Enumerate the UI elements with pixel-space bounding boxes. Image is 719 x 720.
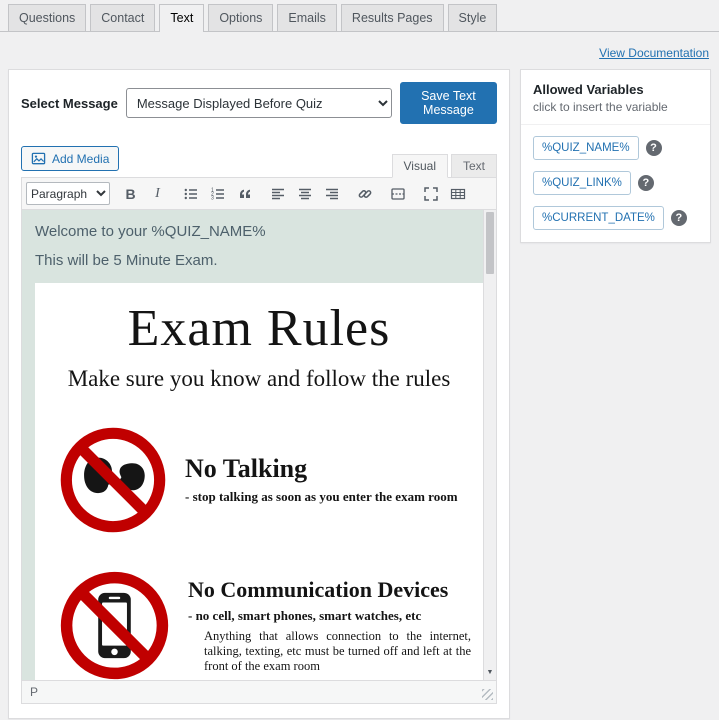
fullscreen-icon[interactable] <box>417 182 444 205</box>
exam-rules-image[interactable]: Exam Rules Make sure you know and follow… <box>35 282 483 681</box>
scrollbar-thumb[interactable] <box>486 212 494 274</box>
poster-title: Exam Rules <box>127 299 391 357</box>
add-media-label: Add Media <box>52 151 110 166</box>
editor-content-area[interactable]: Welcome to your %QUIZ_NAME% This will be… <box>22 210 496 680</box>
editor-tab-text[interactable]: Text <box>450 154 497 178</box>
select-message-label: Select Message <box>21 95 118 111</box>
text-message-panel: Select Message Message Displayed Before … <box>8 69 510 719</box>
editor-status-bar: P <box>22 680 496 703</box>
italic-icon[interactable]: I <box>144 182 171 205</box>
variable-row: %QUIZ_NAME% ? <box>533 136 698 160</box>
editor-paragraph: This will be 5 Minute Exam. <box>35 251 218 269</box>
editor-element-path: P <box>30 685 39 699</box>
scroll-down-arrow-icon[interactable]: ▼ <box>484 666 496 679</box>
variable-current-date-button[interactable]: %CURRENT_DATE% <box>533 206 664 230</box>
align-right-icon[interactable] <box>318 182 345 205</box>
no-talking-icon <box>60 427 166 532</box>
rule-no-communication-devices: No Communication Devices - no cell, smar… <box>47 568 471 681</box>
add-media-icon <box>31 152 46 165</box>
blockquote-icon[interactable] <box>231 182 258 205</box>
toolbar-toggle-icon[interactable] <box>444 182 471 205</box>
editor-resize-handle[interactable] <box>482 689 493 700</box>
link-icon[interactable] <box>351 182 378 205</box>
tab-contact[interactable]: Contact <box>90 4 156 31</box>
editor-tab-visual[interactable]: Visual <box>391 154 448 178</box>
save-text-message-button[interactable]: Save Text Message <box>399 82 497 124</box>
variable-row: %QUIZ_LINK% ? <box>533 171 698 195</box>
tab-questions[interactable]: Questions <box>8 4 87 31</box>
bold-icon[interactable]: B <box>117 182 144 205</box>
editor-paragraph: Welcome to your %QUIZ_NAME% <box>35 223 266 240</box>
tab-emails[interactable]: Emails <box>277 4 337 31</box>
tab-style[interactable]: Style <box>447 4 498 31</box>
poster-subtitle: Make sure you know and follow the rules <box>67 365 451 391</box>
editor-toolbar: Paragraph B I 123 <box>22 178 496 210</box>
numbered-list-icon[interactable]: 123 <box>204 182 231 205</box>
editor-mode-tabs: Visual Text <box>389 153 497 178</box>
variable-quiz-name-button[interactable]: %QUIZ_NAME% <box>533 136 639 160</box>
allowed-variables-subtitle: click to insert the variable <box>521 100 710 125</box>
allowed-variables-title: Allowed Variables <box>533 82 644 97</box>
help-icon[interactable]: ? <box>670 210 687 226</box>
tab-text[interactable]: Text <box>159 4 205 32</box>
page-layout: Select Message Message Displayed Before … <box>0 69 719 719</box>
rule-text: No Talking - stop talking as soon as you… <box>185 454 458 505</box>
nav-tab-bar: Questions Contact Text Options Emails Re… <box>0 0 719 32</box>
rule-no-talking: No Talking - stop talking as soon as you… <box>47 424 471 536</box>
select-message-row: Select Message Message Displayed Before … <box>21 82 497 124</box>
rule-subheading: - no cell, smart phones, smart watches, … <box>188 607 422 623</box>
rule-subheading: - stop talking as soon as you enter the … <box>185 489 458 504</box>
align-left-icon[interactable] <box>264 182 291 205</box>
add-media-button[interactable]: Add Media <box>21 146 120 171</box>
documentation-row: View Documentation <box>0 32 719 69</box>
rule-heading: No Talking <box>185 454 308 483</box>
rule-detail: Anything that allows connection to the i… <box>204 628 471 673</box>
align-center-icon[interactable] <box>291 182 318 205</box>
paragraph-format-select[interactable]: Paragraph <box>26 182 110 205</box>
editor-scrollbar[interactable]: ▼ <box>483 210 496 680</box>
variable-row: %CURRENT_DATE% ? <box>533 206 698 230</box>
editor-document: Welcome to your %QUIZ_NAME% This will be… <box>22 210 483 680</box>
tab-results-pages[interactable]: Results Pages <box>340 4 444 31</box>
svg-text:3: 3 <box>211 195 214 201</box>
bulleted-list-icon[interactable] <box>177 182 204 205</box>
allowed-variables-panel: Allowed Variables click to insert the va… <box>520 69 711 243</box>
editor-box: Paragraph B I 123 Welcome to your %QUIZ_… <box>21 177 497 704</box>
tab-options[interactable]: Options <box>208 4 274 31</box>
variable-quiz-link-button[interactable]: %QUIZ_LINK% <box>533 171 631 195</box>
rule-heading: No Communication Devices <box>188 576 449 602</box>
message-select[interactable]: Message Displayed Before Quiz <box>125 88 392 118</box>
no-phone-icon <box>60 571 169 679</box>
wp-editor: Add Media Visual Text Paragraph B I 1 2 … <box>21 146 497 704</box>
help-icon[interactable]: ? <box>637 175 654 191</box>
rule-text: No Communication Devices - no cell, smar… <box>188 577 471 674</box>
editor-top-row: Add Media Visual Text <box>21 146 497 178</box>
read-more-icon[interactable] <box>384 182 411 205</box>
view-documentation-link[interactable]: View Documentation <box>599 46 709 60</box>
help-icon[interactable]: ? <box>645 140 662 156</box>
